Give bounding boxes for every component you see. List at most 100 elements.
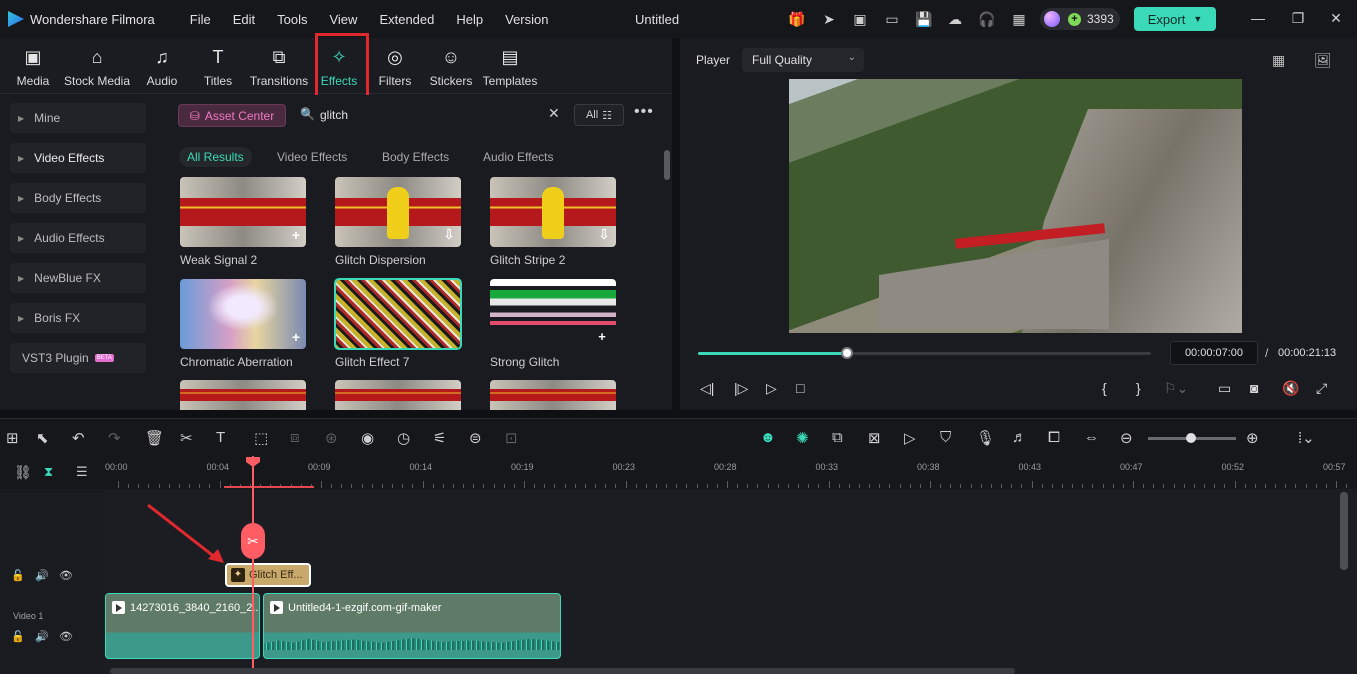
save-icon[interactable]: 💾 <box>915 10 933 28</box>
close-icon[interactable]: ✕ <box>1328 10 1344 26</box>
effect-card[interactable]: + Chromatic Aberration <box>180 279 306 369</box>
filter-dropdown[interactable]: All ☷ <box>574 104 624 126</box>
menu-file[interactable]: File <box>190 12 211 27</box>
video-preview[interactable] <box>789 79 1242 333</box>
speed-icon[interactable]: ◷ <box>397 429 410 447</box>
mark-in-icon[interactable]: { <box>1102 380 1107 396</box>
ai-assistant-icon[interactable]: ☻ <box>760 429 776 446</box>
sidebar-item-newblue-fx[interactable]: ▶ NewBlue FX <box>10 263 146 293</box>
clear-search-icon[interactable]: ✕ <box>548 105 560 122</box>
gift-icon[interactable]: 🎁 <box>788 10 806 28</box>
video-clip[interactable]: Untitled4-1-ezgif.com-gif-maker <box>263 593 561 659</box>
menu-edit[interactable]: Edit <box>233 12 255 27</box>
snapshot-icon[interactable]: ◙ <box>1250 380 1258 396</box>
speaker-icon[interactable]: 🔊 <box>35 630 49 643</box>
tab-body-effects[interactable]: Body Effects <box>382 147 449 167</box>
audio-mix-icon[interactable]: ♬ <box>1012 429 1027 446</box>
stop-icon[interactable]: □ <box>796 380 804 396</box>
sidebar-item-vst3-plugin[interactable]: VST3 Plugin BETA <box>10 343 146 373</box>
add-icon[interactable]: + <box>594 329 610 345</box>
shield-icon[interactable]: ⛉ <box>940 429 951 446</box>
display-icon[interactable]: ▭ <box>1218 380 1231 397</box>
delete-icon[interactable]: 🗑 <box>145 429 164 447</box>
effect-card[interactable] <box>180 380 306 410</box>
tab-titles[interactable]: T Titles <box>198 44 238 90</box>
menu-view[interactable]: View <box>329 12 357 27</box>
credits-badge[interactable]: + 3393 <box>1040 8 1120 30</box>
send-icon[interactable]: ➤ <box>820 10 838 28</box>
lock-icon[interactable]: 🔓 <box>11 569 25 582</box>
zoom-out-icon[interactable]: ⊖ <box>1120 429 1133 447</box>
translate-icon[interactable]: ⊡ <box>505 429 518 447</box>
zoom-in-icon[interactable]: ⊕ <box>1246 429 1259 447</box>
sidebar-item-mine[interactable]: ▶ Mine <box>10 103 146 133</box>
link-icon[interactable]: ⛓ <box>14 464 32 481</box>
undo-icon[interactable]: ↶ <box>72 429 85 447</box>
video-clip[interactable]: 14273016_3840_2160_2... <box>105 593 260 659</box>
seek-bar[interactable] <box>698 347 1151 359</box>
layout-icon[interactable]: ⊞ <box>6 429 19 447</box>
quality-dropdown[interactable]: Full Quality ⌄ <box>742 48 864 72</box>
export-button[interactable]: Export ▼ <box>1134 7 1216 31</box>
grid-view-icon[interactable]: ▦ <box>1272 52 1285 69</box>
apps-grid-icon[interactable]: ▦ <box>1010 10 1028 28</box>
eye-icon[interactable]: 👁 <box>59 630 73 643</box>
eye-icon[interactable]: 👁 <box>59 569 73 582</box>
more-options-icon[interactable]: ••• <box>634 103 654 121</box>
add-icon[interactable]: + <box>292 329 300 345</box>
magnetic-snap-icon[interactable]: ⧗ <box>44 464 53 480</box>
effect-card[interactable] <box>490 380 616 410</box>
transform-icon[interactable]: ⧈ <box>290 429 300 446</box>
play-icon[interactable]: ▷ <box>766 380 777 397</box>
fullscreen-icon[interactable]: ⤢ <box>1316 380 1327 397</box>
menu-tools[interactable]: Tools <box>277 12 307 27</box>
scene-detect-icon[interactable]: ⧉ <box>832 429 843 446</box>
mark-out-icon[interactable]: } <box>1136 380 1141 396</box>
sidebar-item-boris-fx[interactable]: ▶ Boris FX <box>10 303 146 333</box>
effect-card[interactable]: ⇩ Glitch Dispersion <box>335 177 461 267</box>
track-list-icon[interactable]: ☰ <box>76 464 88 480</box>
tab-media[interactable]: ▣ Media <box>10 44 56 90</box>
timeline-ruler[interactable]: ⛓ ⧗ ☰ 00:00 00:04 00:09 00:14 00:19 00:23 00:2… <box>0 456 1357 489</box>
zoom-slider[interactable] <box>1148 433 1236 443</box>
menu-help[interactable]: Help <box>456 12 483 27</box>
ai-tool-icon[interactable]: ◉ <box>361 429 374 447</box>
tab-stock-media[interactable]: ⌂ Stock Media <box>62 44 132 90</box>
auto-highlight-icon[interactable]: ✺ <box>796 429 809 447</box>
track-settings-icon[interactable]: ⁞⌄ <box>1298 429 1315 447</box>
screen-icon[interactable]: ▭ <box>883 10 901 28</box>
tab-audio[interactable]: ♫ Audio <box>142 44 182 90</box>
add-icon[interactable]: + <box>292 227 300 243</box>
download-icon[interactable]: ⇩ <box>598 226 610 243</box>
effect-card[interactable]: + Strong Glitch <box>490 279 616 369</box>
microphone-icon[interactable]: 🎙 <box>976 429 995 447</box>
asset-center-button[interactable]: ⛁ Asset Center <box>178 104 286 127</box>
effects-scrollbar[interactable] <box>664 150 670 180</box>
tab-transitions[interactable]: ⧉ Transitions <box>248 44 310 90</box>
seek-handle[interactable] <box>841 347 854 359</box>
effect-card[interactable]: ⇩ Glitch Stripe 2 <box>490 177 616 267</box>
sidebar-item-video-effects[interactable]: ▶ Video Effects <box>10 143 146 173</box>
effect-card[interactable]: Glitch Effect 7 <box>334 278 462 369</box>
playhead[interactable] <box>252 456 254 674</box>
cloud-projects-icon[interactable]: ▣ <box>851 10 869 28</box>
text-tool-icon[interactable]: T <box>216 429 225 446</box>
tab-templates[interactable]: ▤ Templates <box>482 44 538 90</box>
next-frame-icon[interactable]: |▷ <box>734 380 748 397</box>
zoom-handle[interactable] <box>1186 433 1196 443</box>
pip-icon[interactable]: ⧠ <box>1048 429 1060 446</box>
current-time[interactable]: 00:00:07:00 <box>1170 341 1258 365</box>
previous-frame-icon[interactable]: ◁| <box>700 380 714 397</box>
camera-track-icon[interactable]: ⊠ <box>868 429 881 447</box>
sidebar-item-audio-effects[interactable]: ▶ Audio Effects <box>10 223 146 253</box>
crop-icon[interactable]: ⬚ <box>254 429 268 447</box>
tracks-vertical-scrollbar[interactable] <box>1340 492 1348 570</box>
tab-filters[interactable]: ◎ Filters <box>376 44 414 90</box>
tracks-horizontal-scrollbar[interactable] <box>110 668 1015 674</box>
menu-version[interactable]: Version <box>505 12 548 27</box>
minimize-icon[interactable]: — <box>1250 10 1266 26</box>
cloud-upload-icon[interactable]: ☁ <box>946 10 964 28</box>
lock-icon[interactable]: 🔓 <box>11 630 25 643</box>
render-icon[interactable]: ▷ <box>904 429 916 447</box>
download-icon[interactable]: ⇩ <box>443 226 455 243</box>
